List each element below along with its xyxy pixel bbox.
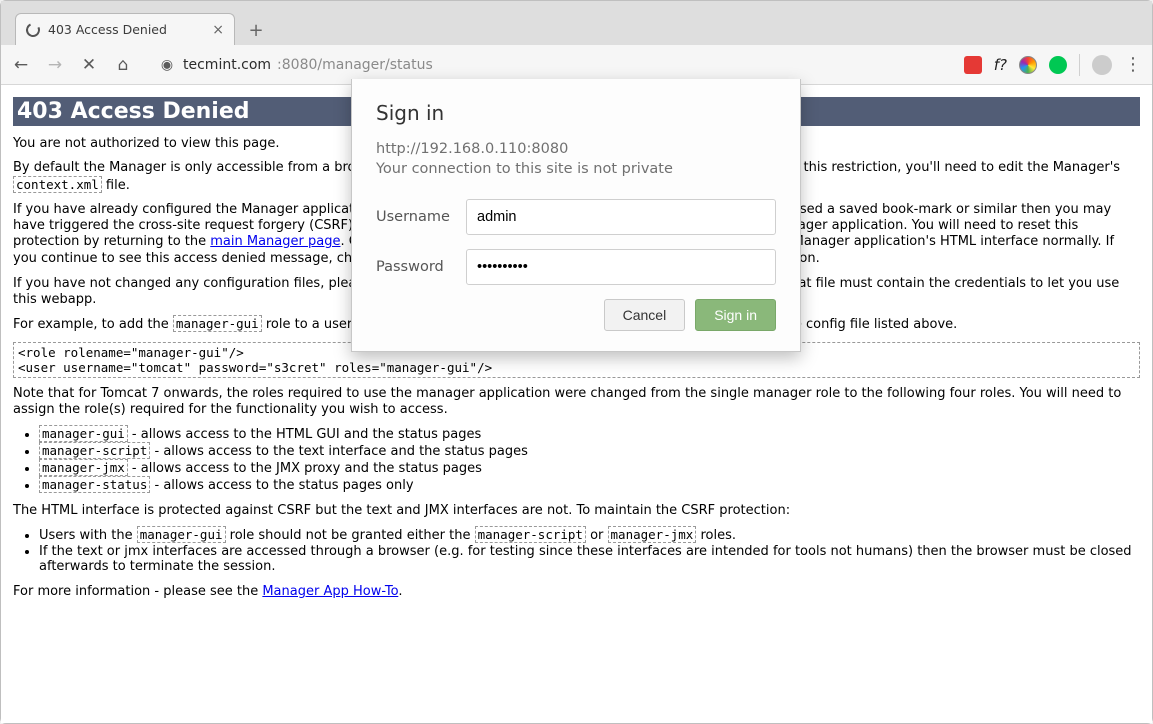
text: role should not be granted either the [226, 528, 475, 543]
text: Users with the [39, 528, 137, 543]
password-label: Password [376, 259, 466, 275]
signin-button[interactable]: Sign in [695, 299, 776, 331]
paragraph-note-tomcat7: Note that for Tomcat 7 onwards, the role… [13, 386, 1140, 419]
username-field[interactable] [466, 199, 776, 235]
list-item: manager-gui - allows access to the HTML … [39, 426, 1140, 442]
text: For example, to add the [13, 317, 173, 332]
url-path: :8080/manager/status [277, 57, 433, 73]
text: For more information - please see the [13, 584, 262, 599]
new-tab-button[interactable]: + [243, 17, 269, 43]
dialog-origin: http://192.168.0.110:8080 [376, 141, 776, 157]
browser-menu-icon[interactable]: ⋮ [1124, 54, 1142, 75]
code-role: manager-gui [39, 425, 128, 442]
tab-close-icon[interactable]: × [212, 22, 224, 38]
http-auth-dialog: Sign in http://192.168.0.110:8080 Your c… [351, 79, 801, 352]
site-info-icon[interactable]: ◉ [157, 57, 177, 73]
grammarly-extension-icon[interactable] [1049, 56, 1067, 74]
tab-strip: 403 Access Denied × + [1, 1, 1152, 45]
url-host: tecmint.com [183, 57, 271, 73]
dialog-title: Sign in [376, 101, 776, 125]
code-role: manager-jmx [39, 459, 128, 476]
username-label: Username [376, 209, 466, 225]
text: - allows access to the JMX proxy and the… [128, 461, 482, 476]
link-main-manager-page[interactable]: main Manager page [210, 234, 340, 249]
code-role: manager-status [39, 476, 150, 493]
code-role-gui: manager-gui [173, 315, 262, 332]
flipboard-extension-icon[interactable] [964, 56, 982, 74]
code-role: manager-script [475, 526, 586, 543]
nav-forward-icon[interactable]: → [45, 55, 65, 75]
nav-back-icon[interactable]: ← [11, 55, 31, 75]
roles-list: manager-gui - allows access to the HTML … [39, 426, 1140, 493]
omnibox[interactable]: ◉ tecmint.com :8080/manager/status [147, 51, 950, 79]
nav-home-icon[interactable]: ⌂ [113, 55, 133, 75]
text: If the text or jmx interfaces are access… [39, 544, 1132, 574]
font-extension-icon[interactable]: f? [994, 56, 1007, 74]
text: file. [102, 178, 130, 193]
nav-stop-icon[interactable]: ✕ [79, 55, 99, 75]
color-extension-icon[interactable] [1019, 56, 1037, 74]
text: - allows access to the status pages only [150, 478, 413, 493]
list-item: manager-jmx - allows access to the JMX p… [39, 460, 1140, 476]
code-context-xml: context.xml [13, 176, 102, 193]
password-field[interactable] [466, 249, 776, 285]
list-item: If the text or jmx interfaces are access… [39, 544, 1140, 574]
dialog-warning: Your connection to this site is not priv… [376, 161, 776, 177]
browser-tab[interactable]: 403 Access Denied × [15, 13, 235, 45]
cancel-button[interactable]: Cancel [604, 299, 686, 331]
notes-list: Users with the manager-gui role should n… [39, 527, 1140, 574]
text: - allows access to the text interface an… [150, 444, 528, 459]
text: or [586, 528, 608, 543]
code-role: manager-jmx [608, 526, 697, 543]
tab-title: 403 Access Denied [48, 22, 204, 37]
text: roles. [696, 528, 736, 543]
text: . [398, 584, 402, 599]
list-item: Users with the manager-gui role should n… [39, 527, 1140, 543]
loading-spinner-icon [24, 21, 42, 39]
code-role: manager-script [39, 442, 150, 459]
list-item: manager-status - allows access to the st… [39, 477, 1140, 493]
paragraph-csrf-note: The HTML interface is protected against … [13, 503, 1140, 519]
code-role: manager-gui [137, 526, 226, 543]
link-manager-howto[interactable]: Manager App How-To [262, 584, 398, 599]
profile-avatar-icon[interactable] [1092, 55, 1112, 75]
list-item: manager-script - allows access to the te… [39, 443, 1140, 459]
paragraph-more-info: For more information - please see the Ma… [13, 584, 1140, 600]
toolbar-separator [1079, 54, 1080, 76]
text: - allows access to the HTML GUI and the … [128, 427, 481, 442]
extension-icons: f? ⋮ [964, 54, 1142, 76]
